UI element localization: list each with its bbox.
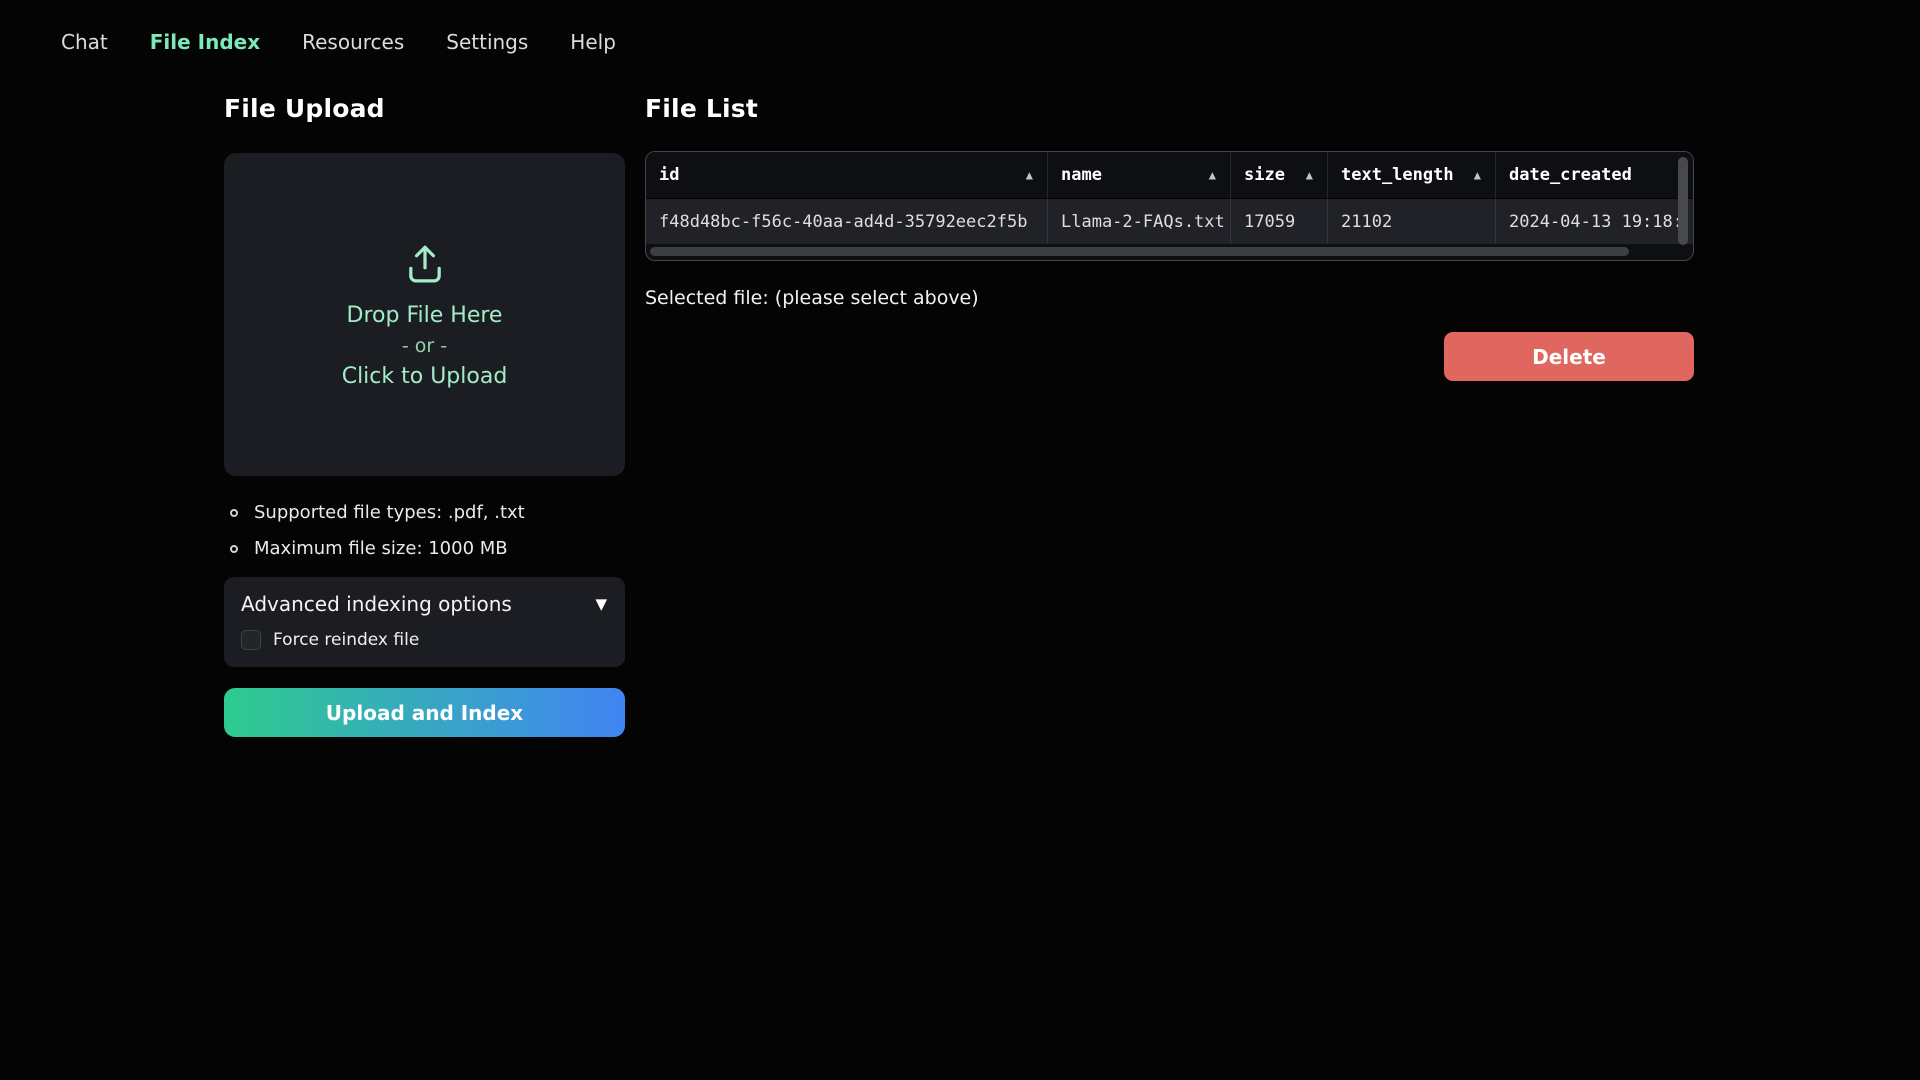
upload-icon — [402, 240, 448, 290]
cell-id[interactable]: f48d48bc-f56c-40aa-ad4d-35792eec2f5b — [646, 199, 1048, 244]
drop-file-label: Drop File Here — [347, 303, 503, 328]
column-header-text-length[interactable]: text_length ▲ — [1328, 152, 1496, 198]
tab-bar: Chat File Index Resources Settings Help — [0, 0, 1920, 54]
column-label: id — [659, 165, 679, 185]
table-row[interactable]: f48d48bc-f56c-40aa-ad4d-35792eec2f5b Lla… — [646, 199, 1693, 244]
cell-name[interactable]: Llama-2-FAQs.txt — [1048, 199, 1231, 244]
note-text: Supported file types: .pdf, .txt — [254, 502, 525, 523]
or-label: - or - — [402, 335, 447, 357]
note-max-size: Maximum file size: 1000 MB — [224, 538, 625, 559]
chevron-down-icon: ▼ — [595, 595, 607, 613]
upload-notes: Supported file types: .pdf, .txt Maximum… — [224, 502, 625, 559]
column-header-size[interactable]: size ▲ — [1231, 152, 1328, 198]
advanced-options-accordion: Advanced indexing options ▼ Force reinde… — [224, 577, 625, 667]
file-list-panel: File List id ▲ name ▲ size ▲ text_length… — [645, 94, 1694, 737]
column-header-date-created[interactable]: date_created — [1496, 152, 1693, 198]
upload-and-index-button[interactable]: Upload and Index — [224, 688, 625, 737]
file-upload-title: File Upload — [224, 94, 625, 123]
cell-text-length[interactable]: 21102 — [1328, 199, 1496, 244]
file-dropzone[interactable]: Drop File Here - or - Click to Upload — [224, 153, 625, 476]
file-list-title: File List — [645, 94, 1694, 123]
tab-chat[interactable]: Chat — [61, 30, 108, 54]
force-reindex-row: Force reindex file — [241, 630, 607, 650]
cell-date-created[interactable]: 2024-04-13 19:18: — [1496, 199, 1693, 244]
click-to-upload-link[interactable]: Click to Upload — [342, 364, 508, 389]
circle-bullet-icon — [230, 545, 238, 553]
tab-file-index[interactable]: File Index — [150, 30, 260, 54]
delete-button-row: Delete — [645, 332, 1694, 381]
advanced-options-title: Advanced indexing options — [241, 592, 512, 616]
selected-file-text: Selected file: (please select above) — [645, 287, 1694, 309]
column-label: size — [1244, 165, 1285, 185]
force-reindex-label: Force reindex file — [273, 630, 419, 650]
table-header-row: id ▲ name ▲ size ▲ text_length ▲ date_cr… — [646, 152, 1693, 199]
cell-size[interactable]: 17059 — [1231, 199, 1328, 244]
tab-settings[interactable]: Settings — [446, 30, 528, 54]
advanced-options-header[interactable]: Advanced indexing options ▼ — [241, 592, 607, 616]
main-content: File Upload Drop File Here - or - Click … — [224, 94, 1694, 737]
file-upload-panel: File Upload Drop File Here - or - Click … — [224, 94, 625, 737]
vertical-scrollbar[interactable] — [1678, 157, 1688, 245]
sort-asc-icon[interactable]: ▲ — [1209, 168, 1216, 182]
sort-asc-icon[interactable]: ▲ — [1306, 168, 1313, 182]
force-reindex-checkbox[interactable] — [241, 630, 261, 650]
column-label: name — [1061, 165, 1102, 185]
column-label: text_length — [1341, 165, 1454, 185]
note-supported-types: Supported file types: .pdf, .txt — [224, 502, 625, 523]
sort-asc-icon[interactable]: ▲ — [1474, 168, 1481, 182]
file-table: id ▲ name ▲ size ▲ text_length ▲ date_cr… — [645, 151, 1694, 261]
delete-button[interactable]: Delete — [1444, 332, 1694, 381]
tab-help[interactable]: Help — [570, 30, 616, 54]
column-header-name[interactable]: name ▲ — [1048, 152, 1231, 198]
sort-asc-icon[interactable]: ▲ — [1026, 168, 1033, 182]
horizontal-scrollbar[interactable] — [650, 247, 1629, 256]
circle-bullet-icon — [230, 509, 238, 517]
column-label: date_created — [1509, 165, 1632, 185]
tab-resources[interactable]: Resources — [302, 30, 404, 54]
note-text: Maximum file size: 1000 MB — [254, 538, 508, 559]
column-header-id[interactable]: id ▲ — [646, 152, 1048, 198]
